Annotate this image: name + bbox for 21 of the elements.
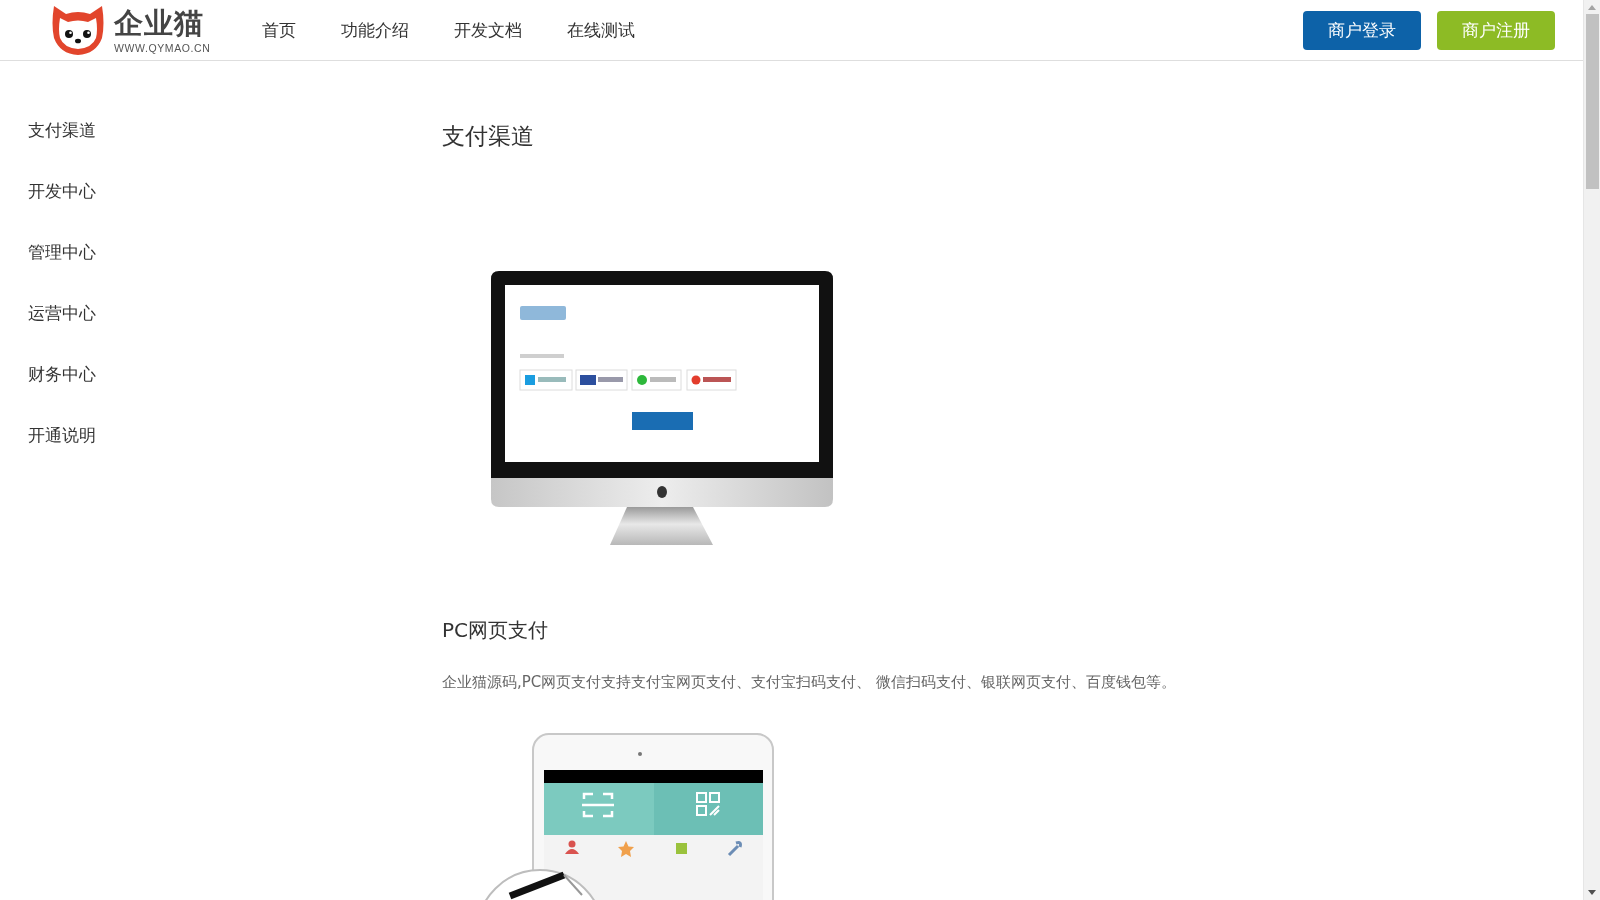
nav-link[interactable]: 在线测试 <box>567 18 635 42</box>
sidebar-link[interactable]: 运营中心 <box>28 301 96 325</box>
section-text: 企业猫源码,PC网页支付支持支付宝网页支付、支付宝扫码支付、 微信扫码支付、银联网页支付、百度钱包等。 <box>442 672 1177 693</box>
sidebar-link[interactable]: 管理中心 <box>28 240 96 264</box>
logo-domain: WWW.QYMAO.CN <box>114 41 211 54</box>
scrollbar-thumb[interactable] <box>1585 14 1599 189</box>
sidebar-link[interactable]: 开通说明 <box>28 423 96 447</box>
section-heading: PC网页支付 <box>442 617 549 644</box>
nav-link[interactable]: 首页 <box>262 18 296 42</box>
scroll-up-icon[interactable] <box>1588 5 1596 10</box>
cat-logo-icon[interactable] <box>50 4 106 56</box>
logo-wordmark[interactable]: 企业猫 <box>114 6 211 39</box>
sidebar-link[interactable]: 支付渠道 <box>28 118 96 142</box>
scrollbar[interactable] <box>1583 0 1600 900</box>
sidebar-link[interactable]: 开发中心 <box>28 179 96 203</box>
nav-link[interactable]: 开发文档 <box>454 18 522 42</box>
page-title: 支付渠道 <box>442 122 534 151</box>
login-button[interactable]: 商户登录 <box>1303 10 1421 50</box>
scroll-down-icon[interactable] <box>1588 890 1596 895</box>
sidebar-link[interactable]: 财务中心 <box>28 362 96 386</box>
nav-link[interactable]: 功能介绍 <box>341 18 409 42</box>
